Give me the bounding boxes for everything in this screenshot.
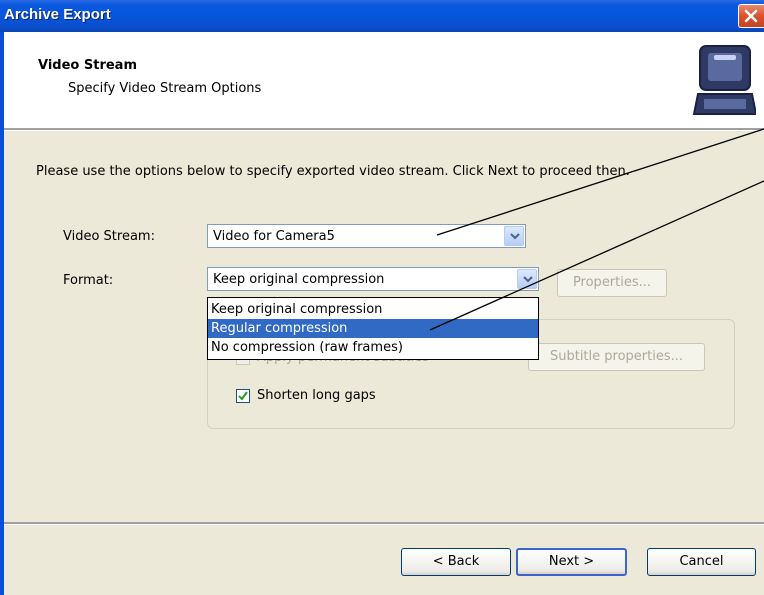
format-option[interactable]: No compression (raw frames): [208, 338, 538, 357]
format-label: Format:: [63, 273, 114, 288]
wizard-header: [4, 32, 764, 128]
laptop-icon: [692, 45, 756, 115]
close-icon: [744, 9, 758, 23]
format-value: Keep original compression: [213, 272, 385, 287]
footer-divider: [4, 522, 764, 525]
format-select[interactable]: Keep original compression: [207, 267, 539, 291]
back-button[interactable]: < Back: [401, 548, 511, 576]
format-dropdown-list[interactable]: Keep original compression Regular compre…: [207, 297, 539, 360]
format-properties-button[interactable]: Properties...: [557, 269, 667, 297]
close-button[interactable]: [738, 4, 764, 28]
window-title: Archive Export: [4, 6, 111, 23]
next-button[interactable]: Next >: [516, 548, 627, 576]
page-title: Video Stream: [38, 58, 137, 73]
subtitle-properties-button[interactable]: Subtitle properties...: [528, 343, 705, 371]
shorten-gaps-checkbox[interactable]: [236, 389, 250, 403]
shorten-gaps-label: Shorten long gaps: [257, 388, 376, 403]
chevron-down-icon[interactable]: [517, 269, 537, 289]
title-bar[interactable]: Archive Export: [0, 0, 764, 32]
instruction-text: Please use the options below to specify …: [36, 164, 630, 179]
format-option[interactable]: Keep original compression: [208, 300, 538, 319]
video-stream-value: Video for Camera5: [213, 229, 335, 244]
format-option-highlighted[interactable]: Regular compression: [208, 319, 538, 338]
checkmark-icon: [238, 391, 248, 401]
page-subtitle: Specify Video Stream Options: [68, 81, 262, 96]
video-stream-label: Video Stream:: [63, 229, 155, 244]
video-stream-select[interactable]: Video for Camera5: [207, 224, 526, 248]
cancel-button[interactable]: Cancel: [647, 548, 756, 576]
chevron-down-icon[interactable]: [504, 226, 524, 246]
